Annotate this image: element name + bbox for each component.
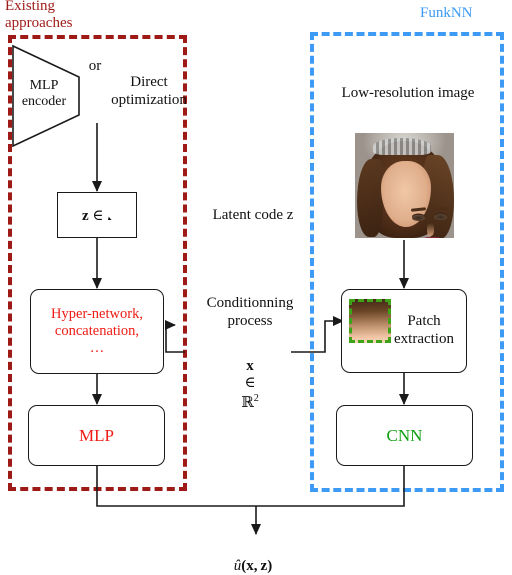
latent-space-box-label: z ∈ 𝅋 <box>81 205 112 224</box>
cnn-decoder-label: CNN <box>386 425 423 445</box>
mlp-encoder-label: MLP encoder <box>21 78 67 109</box>
coordinate-annotation: x ∈ ℝ2 <box>241 357 259 412</box>
low-resolution-image-label: Low-resolution image <box>341 85 475 101</box>
extracted-patch-thumbnail <box>349 299 391 343</box>
output-label: û(x, z) <box>233 557 273 574</box>
latent-code-annotation: Latent code z <box>212 207 294 223</box>
conditioning-mechanism-box: Hyper-network, concatenation, … <box>30 289 164 374</box>
mlp-decoder-label: MLP <box>79 425 114 445</box>
tiara-region <box>373 138 431 155</box>
group-label-existing-approaches: Existing approaches <box>5 0 73 31</box>
figure-canvas: Existing approaches FunkNN MLP encoder o… <box>0 0 512 574</box>
mouth-region <box>421 237 443 238</box>
patch-extraction-label: Patch extraction <box>394 313 454 347</box>
mlp-decoder-box: MLP <box>28 405 165 466</box>
patch-selection-outline <box>349 299 391 343</box>
nose-region <box>427 223 434 236</box>
eye-right <box>434 214 447 220</box>
conditioning-mechanism-label: Hyper-network, concatenation, … <box>51 305 143 357</box>
hair-left-strand <box>357 159 383 237</box>
eyebrow-left <box>410 207 427 212</box>
latent-space-box: z ∈ 𝅋 <box>57 192 137 238</box>
direct-optimization-label: Direct optimization <box>111 74 187 108</box>
group-label-funknn: FunkNN <box>420 5 473 21</box>
conditioning-process-annotation: Conditionning process <box>206 295 294 329</box>
cnn-decoder-box: CNN <box>336 405 473 466</box>
face-region <box>381 161 449 238</box>
eye-left <box>412 215 425 221</box>
low-resolution-image <box>355 133 454 238</box>
